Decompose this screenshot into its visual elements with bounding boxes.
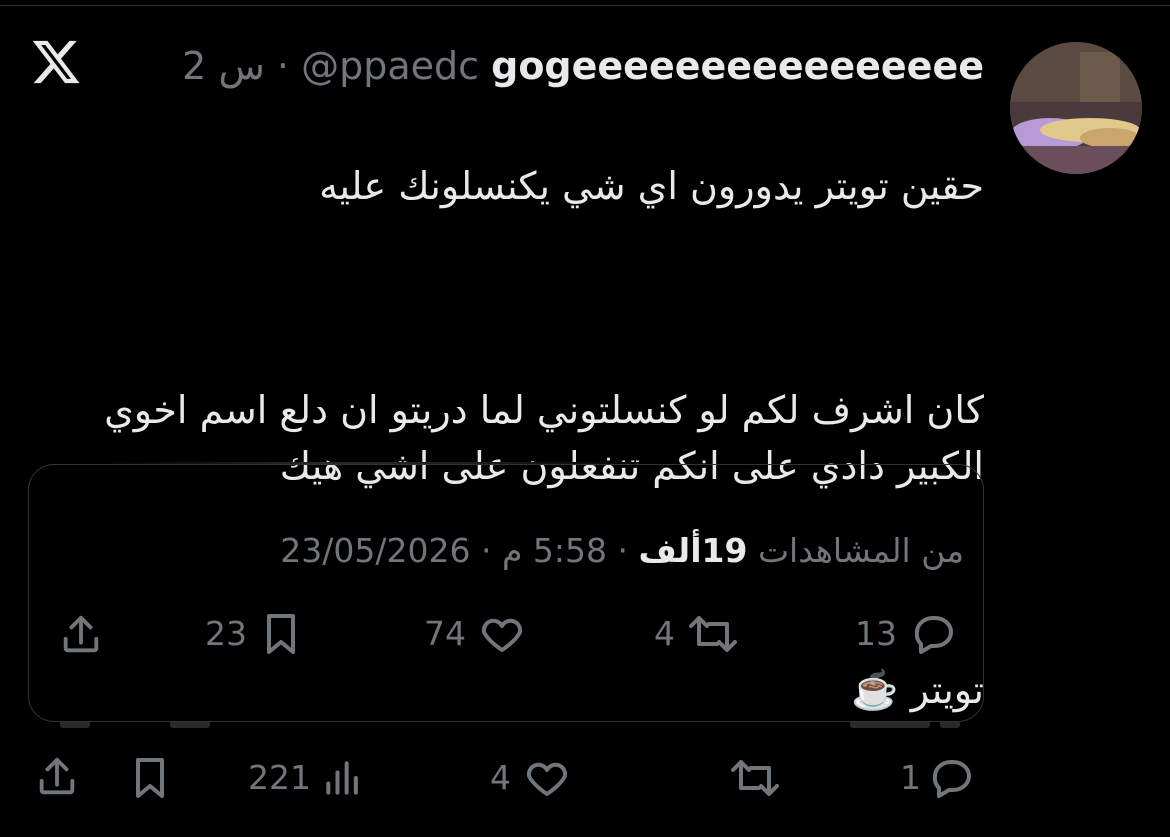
top-divider xyxy=(0,5,1170,6)
reply-icon xyxy=(932,760,971,798)
quoted-tweet-card[interactable] xyxy=(28,464,984,722)
quote-views-label: من المشاهدات xyxy=(757,531,964,570)
like-button[interactable]: 4 xyxy=(490,754,573,802)
header-separator: · xyxy=(276,44,290,88)
retweet-icon xyxy=(689,616,737,652)
retweet-button[interactable] xyxy=(726,754,784,802)
quote-retweet-count: 4 xyxy=(654,614,675,653)
reply-icon xyxy=(914,616,953,654)
quote-share-button[interactable] xyxy=(58,612,104,658)
quote-retweet-button[interactable]: 4 xyxy=(654,610,741,658)
bookmark-icon xyxy=(267,614,295,654)
x-logo-icon[interactable] xyxy=(30,36,82,88)
tweet-text-line-1: حقين تويتر يدورون اي شي يكنسلونك عليه xyxy=(319,164,984,208)
views-count: 221 xyxy=(248,758,311,797)
heart-icon xyxy=(481,618,523,652)
quote-meta-dot: · xyxy=(617,531,629,570)
like-count: 4 xyxy=(490,758,511,797)
quote-meta-dot-2: · xyxy=(480,531,492,570)
bookmark-button[interactable] xyxy=(126,754,174,802)
quote-meta: من المشاهدات 19ألف · 5:58 م · 23/05/2026 xyxy=(280,530,964,572)
views-button[interactable]: 221 xyxy=(248,756,365,800)
quote-like-count: 74 xyxy=(424,614,466,653)
quote-reply-count: 13 xyxy=(855,614,897,653)
share-button[interactable] xyxy=(34,754,80,800)
avatar[interactable] xyxy=(1010,42,1142,174)
retweet-icon xyxy=(731,760,779,796)
heart-icon xyxy=(526,762,568,796)
avatar-image xyxy=(1010,42,1142,174)
quote-views-count: 19ألف xyxy=(638,531,748,570)
share-icon xyxy=(63,615,99,653)
bookmark-icon xyxy=(136,758,164,798)
reply-button[interactable]: 1 xyxy=(900,754,977,802)
tweet-time[interactable]: 2 س xyxy=(182,44,265,88)
share-icon xyxy=(39,757,75,795)
quote-reply-button[interactable]: 13 xyxy=(855,610,959,658)
quote-time: 5:58 م xyxy=(501,531,607,570)
hidden-text-fragment xyxy=(60,722,960,728)
quote-bookmark-button[interactable]: 23 xyxy=(205,610,305,658)
reply-count: 1 xyxy=(900,758,921,797)
quote-bookmark-count: 23 xyxy=(205,614,247,653)
user-handle[interactable]: @ppaedc xyxy=(301,44,479,88)
quote-like-button[interactable]: 74 xyxy=(424,610,528,658)
display-name[interactable]: gogeeeeeeeeeeeeeeee xyxy=(491,44,984,88)
quote-date: 23/05/2026 xyxy=(280,531,471,570)
analytics-icon xyxy=(326,761,358,795)
tweet-header: 2 س · @ppaedc gogeeeeeeeeeeeeeeee xyxy=(182,42,984,90)
